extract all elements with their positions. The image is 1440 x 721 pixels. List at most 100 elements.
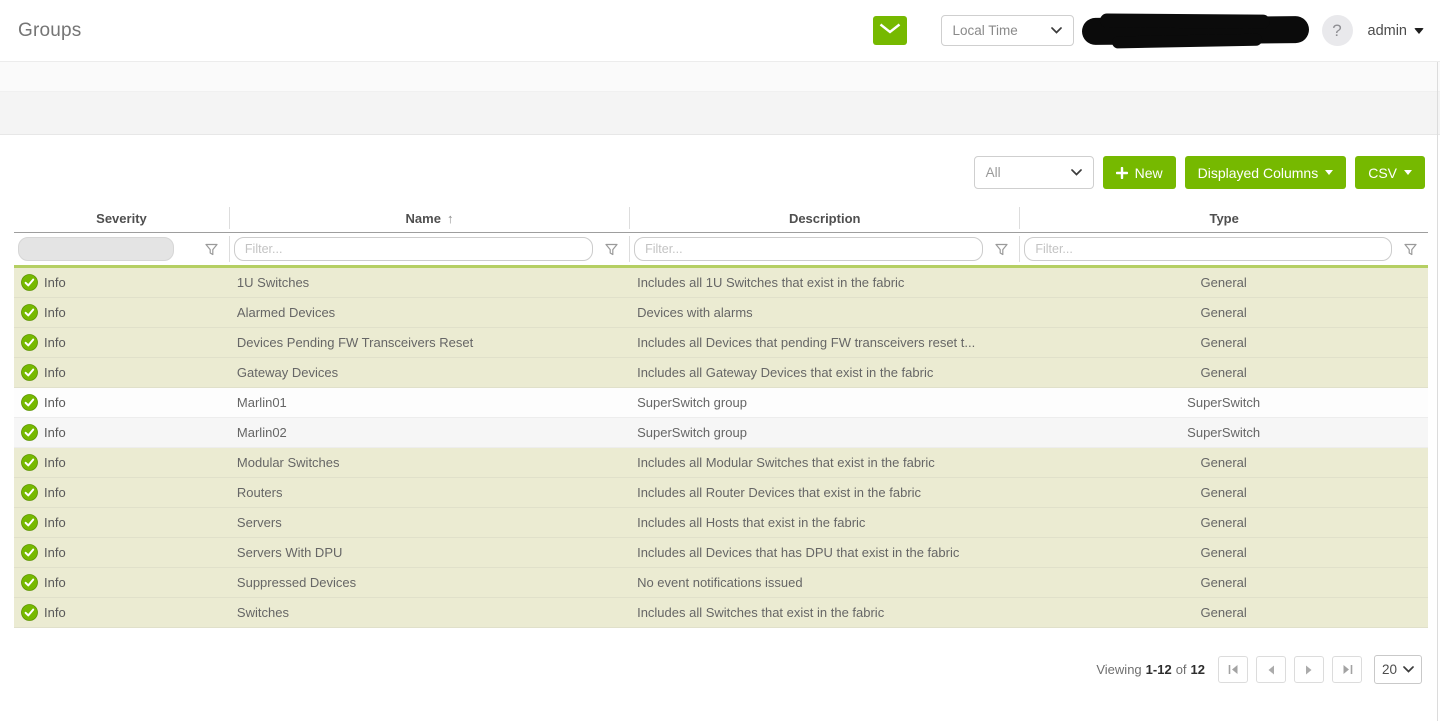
funnel-icon[interactable] [605,243,618,256]
of-label: of [1176,662,1187,677]
table-row[interactable]: Info 1U Switches Includes all 1U Switche… [14,268,1428,298]
column-header-severity[interactable]: Severity [14,207,229,229]
group-type: General [1019,455,1428,470]
type-filter-input[interactable] [1024,237,1392,261]
timezone-select[interactable]: Local Time [941,15,1074,46]
timezone-select-value: Local Time [953,23,1018,38]
viewing-label: Viewing [1096,662,1141,677]
column-header-description[interactable]: Description [629,207,1019,229]
displayed-columns-button[interactable]: Displayed Columns [1185,156,1347,189]
top-bar: Groups Local Time ? admin [0,0,1440,62]
group-description: Includes all Gateway Devices that exist … [629,365,1019,380]
group-description: Devices with alarms [629,305,1019,320]
info-check-circle-icon [21,454,38,471]
severity-cell: Info [14,364,229,381]
group-description: SuperSwitch group [629,425,1019,440]
group-type: General [1019,605,1428,620]
severity-cell: Info [14,454,229,471]
name-filter-input[interactable] [234,237,593,261]
csv-button-label: CSV [1368,165,1397,181]
caret-down-icon [1404,170,1412,175]
table-filter-row [14,233,1428,265]
group-type: General [1019,305,1428,320]
csv-button[interactable]: CSV [1355,156,1425,189]
filter-cell-severity [14,236,229,262]
funnel-icon[interactable] [205,243,218,256]
table-row[interactable]: Info Suppressed Devices No event notific… [14,568,1428,598]
chevron-down-icon [1071,169,1082,176]
chevron-right-icon [1305,665,1313,675]
severity-label: Info [44,545,66,560]
group-type: General [1019,365,1428,380]
group-name: Modular Switches [229,455,629,470]
table-row[interactable]: Info Switches Includes all Switches that… [14,598,1428,628]
funnel-icon[interactable] [995,243,1008,256]
skip-first-icon [1228,664,1239,675]
page-size-select[interactable]: 20 [1374,655,1422,684]
column-header-label: Name [406,211,441,226]
table-body: Info 1U Switches Includes all 1U Switche… [14,265,1428,628]
group-type: General [1019,575,1428,590]
sort-ascending-icon: ↑ [447,211,454,226]
severity-cell: Info [14,334,229,351]
user-menu[interactable]: admin [1368,23,1425,39]
mail-button[interactable] [873,16,907,45]
severity-label: Info [44,335,66,350]
info-check-circle-icon [21,484,38,501]
table-row[interactable]: Info Servers With DPU Includes all Devic… [14,538,1428,568]
table-row[interactable]: Info Devices Pending FW Transceivers Res… [14,328,1428,358]
severity-label: Info [44,575,66,590]
group-type: General [1019,485,1428,500]
next-page-button[interactable] [1294,656,1324,683]
column-header-type[interactable]: Type [1019,207,1428,229]
info-check-circle-icon [21,604,38,621]
viewing-range: 1-12 [1146,662,1172,677]
table-row[interactable]: Info Routers Includes all Router Devices… [14,478,1428,508]
info-check-circle-icon [21,574,38,591]
group-name: Marlin02 [229,425,629,440]
group-description: No event notifications issued [629,575,1019,590]
table-row[interactable]: Info Modular Switches Includes all Modul… [14,448,1428,478]
table-row[interactable]: Info Alarmed Devices Devices with alarms… [14,298,1428,328]
group-name: Servers [229,515,629,530]
user-name: admin [1368,23,1408,39]
info-check-circle-icon [21,364,38,381]
table-header-row: Severity Name ↑ Description Type [14,204,1428,233]
filter-cell-name [229,236,629,262]
previous-page-button[interactable] [1256,656,1286,683]
group-description: Includes all Modular Switches that exist… [629,455,1019,470]
group-name: 1U Switches [229,275,629,290]
group-type: SuperSwitch [1019,395,1428,410]
funnel-icon[interactable] [1404,243,1417,256]
column-header-name[interactable]: Name ↑ [229,207,629,229]
group-type: General [1019,545,1428,560]
column-header-label: Description [789,211,861,226]
table-row[interactable]: Info Servers Includes all Hosts that exi… [14,508,1428,538]
table-row[interactable]: Info Gateway Devices Includes all Gatewa… [14,358,1428,388]
scope-select[interactable]: All [974,156,1094,189]
group-description: Includes all Router Devices that exist i… [629,485,1019,500]
scrollbar-track[interactable] [1437,62,1438,721]
info-check-circle-icon [21,514,38,531]
description-filter-input[interactable] [634,237,983,261]
group-type: General [1019,515,1428,530]
plus-icon [1116,167,1128,179]
first-page-button[interactable] [1218,656,1248,683]
severity-filter-input [18,237,174,261]
displayed-columns-label: Displayed Columns [1198,165,1319,181]
group-name: Servers With DPU [229,545,629,560]
severity-cell: Info [14,544,229,561]
group-name: Marlin01 [229,395,629,410]
table-row[interactable]: Info Marlin01 SuperSwitch group SuperSwi… [14,388,1428,418]
table-row[interactable]: Info Marlin02 SuperSwitch group SuperSwi… [14,418,1428,448]
help-button[interactable]: ? [1322,15,1353,46]
group-type: General [1019,275,1428,290]
secondary-bar [0,62,1440,92]
group-description: Includes all Devices that has DPU that e… [629,545,1019,560]
group-description: Includes all 1U Switches that exist in t… [629,275,1019,290]
severity-label: Info [44,365,66,380]
last-page-button[interactable] [1332,656,1362,683]
severity-label: Info [44,515,66,530]
pagination: Viewing 1-12 of 12 20 [0,655,1422,684]
new-button[interactable]: New [1103,156,1176,189]
